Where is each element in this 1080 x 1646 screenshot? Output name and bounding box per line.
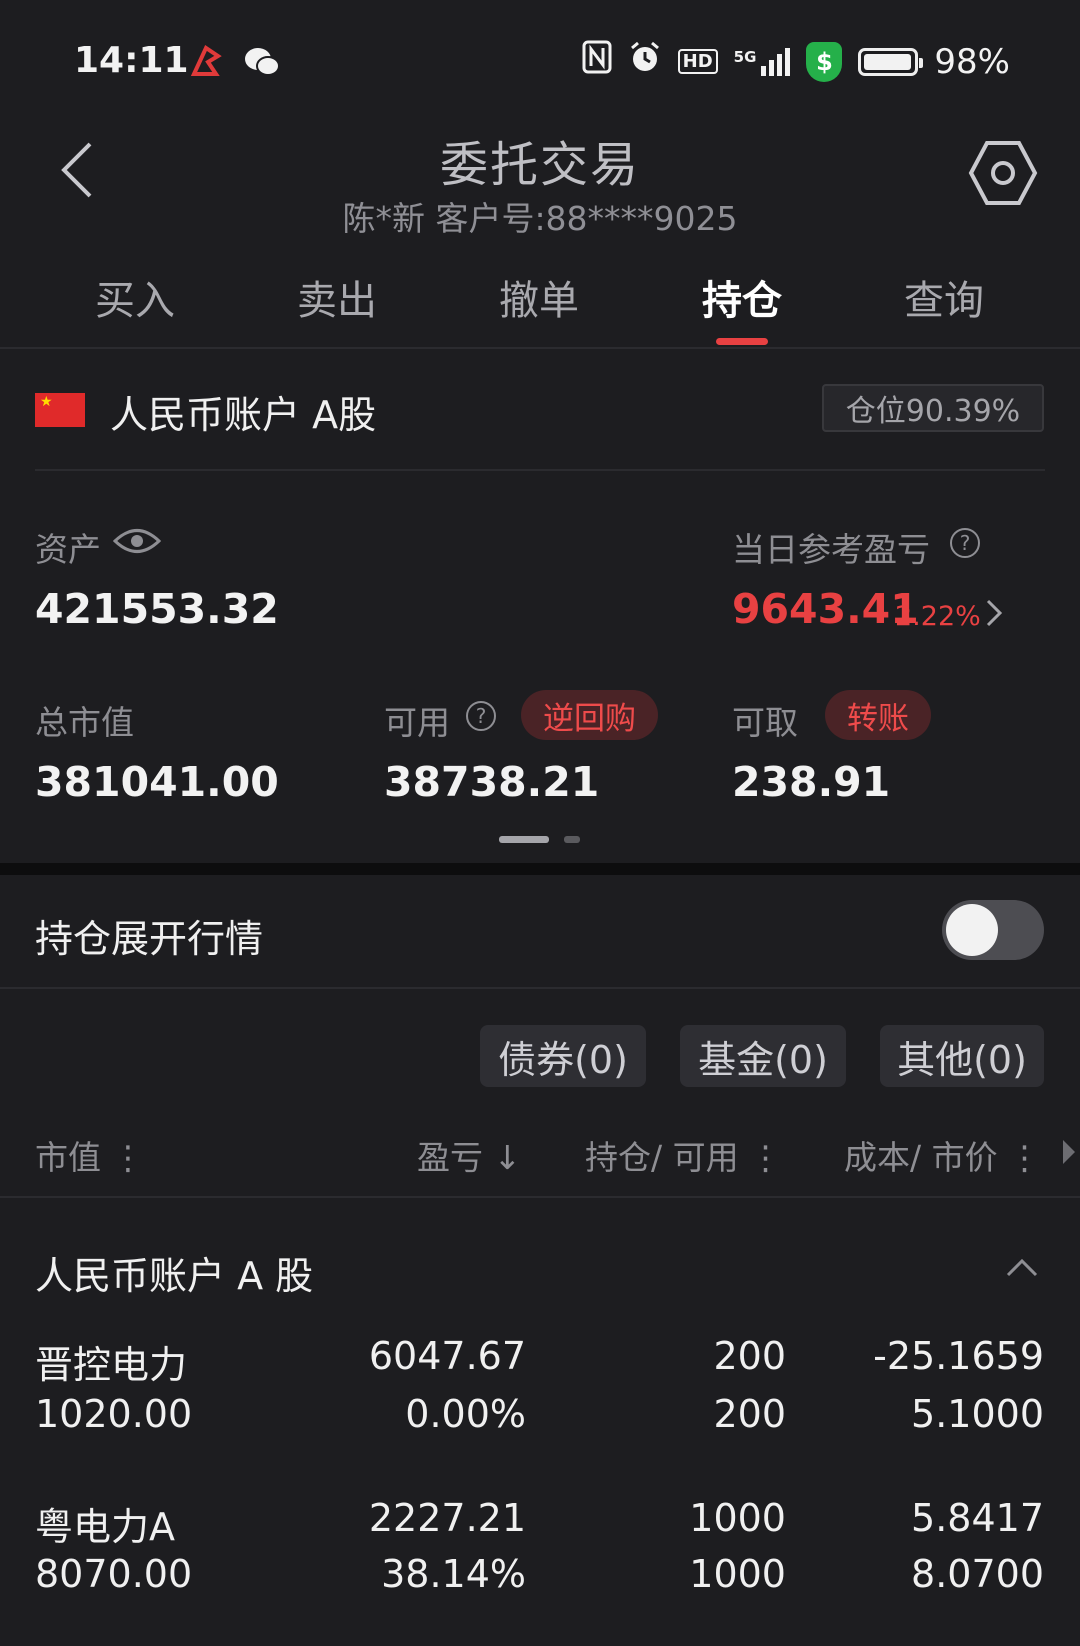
settings-hex-icon[interactable] (968, 138, 1038, 208)
sort-down-icon: ↓ (493, 1138, 522, 1177)
help-icon[interactable]: ? (466, 701, 496, 731)
filter-funds[interactable]: 基金(0) (680, 1025, 846, 1087)
column-market-value[interactable]: 市值 ⋮ (35, 1131, 145, 1179)
nfc-icon (582, 40, 612, 83)
status-right-icons: HD 5G $ 98% (582, 40, 1010, 83)
page-indicator (564, 836, 580, 843)
status-time: 14:11 (74, 40, 189, 81)
assets-label: 资产 (35, 530, 101, 569)
scroll-right-icon[interactable] (1062, 1138, 1076, 1170)
tab-buy[interactable]: 买入 (55, 268, 215, 326)
stock-available: 200 (713, 1392, 786, 1436)
column-cost-price[interactable]: 成本/ 市价 ⋮ (844, 1131, 1041, 1179)
more-icon: ⋮ (749, 1138, 783, 1177)
page-title: 委托交易 (439, 137, 640, 193)
hd-icon: HD (677, 49, 718, 74)
tab-sell[interactable]: 卖出 (257, 268, 417, 326)
stock-holding: 200 (713, 1334, 786, 1378)
filter-others[interactable]: 其他(0) (880, 1025, 1044, 1087)
alarm-icon (628, 40, 662, 83)
wechat-icon (244, 46, 280, 82)
active-tab-indicator (716, 338, 768, 345)
market-value: 381041.00 (35, 758, 279, 806)
stock-price: 8.0700 (911, 1552, 1044, 1596)
divider (0, 987, 1080, 989)
holding-row[interactable]: 粤电力A 8070.00 2227.21 38.14% 1000 1000 5.… (0, 1492, 1080, 1612)
stock-market-value: 8070.00 (35, 1552, 193, 1596)
transfer-button[interactable]: 转账 (825, 690, 931, 740)
tab-cancel[interactable]: 撤单 (459, 268, 619, 326)
battery-level (864, 53, 912, 70)
page-indicator-active (499, 836, 549, 843)
stock-pnl: 2227.21 (368, 1496, 526, 1540)
tab-query[interactable]: 查询 (864, 268, 1024, 326)
divider (35, 469, 1045, 471)
available-label: 可用 (384, 703, 450, 742)
chevron-up-icon[interactable] (1005, 1256, 1039, 1278)
stock-available: 1000 (689, 1552, 786, 1596)
5g-signal-icon: 5G (734, 47, 791, 76)
account-name: 人民币账户 A股 (110, 393, 377, 437)
more-icon: ⋮ (111, 1138, 145, 1177)
chevron-right-icon[interactable] (985, 598, 1003, 632)
battery-percent: 98% (934, 41, 1010, 82)
daily-pnl-percent: 2.22% (895, 601, 981, 632)
holdings-group-title: 人民币账户 A 股 (35, 1254, 314, 1298)
stock-holding: 1000 (689, 1496, 786, 1540)
section-separator (0, 863, 1080, 875)
holding-row[interactable]: 晋控电力 1020.00 6047.67 0.00% 200 200 -25.1… (0, 1330, 1080, 1450)
expand-quotes-label: 持仓展开行情 (35, 917, 264, 961)
market-value-label: 总市值 (35, 703, 134, 742)
expand-quotes-toggle[interactable] (942, 900, 1044, 960)
column-holding[interactable]: 持仓/ 可用 ⋮ (585, 1131, 782, 1179)
flag-star: ★ (40, 394, 53, 410)
stock-cost: -25.1659 (873, 1334, 1044, 1378)
battery-icon (858, 47, 924, 76)
more-icon: ⋮ (1008, 1138, 1042, 1177)
assets-value: 421553.32 (35, 585, 279, 633)
stock-pnl-percent: 38.14% (381, 1552, 526, 1596)
daily-pnl-label: 当日参考盈亏 (732, 530, 930, 569)
app-icon (188, 44, 224, 84)
reverse-repo-button[interactable]: 逆回购 (521, 690, 658, 740)
stock-price: 5.1000 (911, 1392, 1044, 1436)
withdrawable-value: 238.91 (732, 758, 891, 806)
stock-name: 粤电力A (35, 1505, 175, 1549)
stock-cost: 5.8417 (911, 1496, 1044, 1540)
stock-market-value: 1020.00 (35, 1392, 193, 1436)
account-subtitle: 陈*新 客户号:88****9025 (342, 199, 738, 238)
stock-name: 晋控电力 (35, 1343, 188, 1387)
position-ratio-badge: 仓位90.39% (822, 384, 1044, 432)
daily-pnl-value: 9643.41 (732, 585, 919, 633)
available-value: 38738.21 (384, 758, 600, 806)
shield-icon: $ (806, 41, 843, 82)
tab-holdings[interactable]: 持仓 (662, 268, 822, 326)
help-icon[interactable]: ? (950, 528, 980, 558)
divider (0, 347, 1080, 349)
toggle-knob (946, 904, 998, 956)
column-pnl[interactable]: 盈亏 ↓ (417, 1131, 521, 1179)
stock-pnl-percent: 0.00% (405, 1392, 526, 1436)
divider (0, 1196, 1080, 1198)
stock-pnl: 6047.67 (368, 1334, 526, 1378)
eye-icon[interactable] (112, 524, 162, 562)
withdrawable-label: 可取 (732, 703, 798, 742)
filter-bonds[interactable]: 债券(0) (480, 1025, 646, 1087)
